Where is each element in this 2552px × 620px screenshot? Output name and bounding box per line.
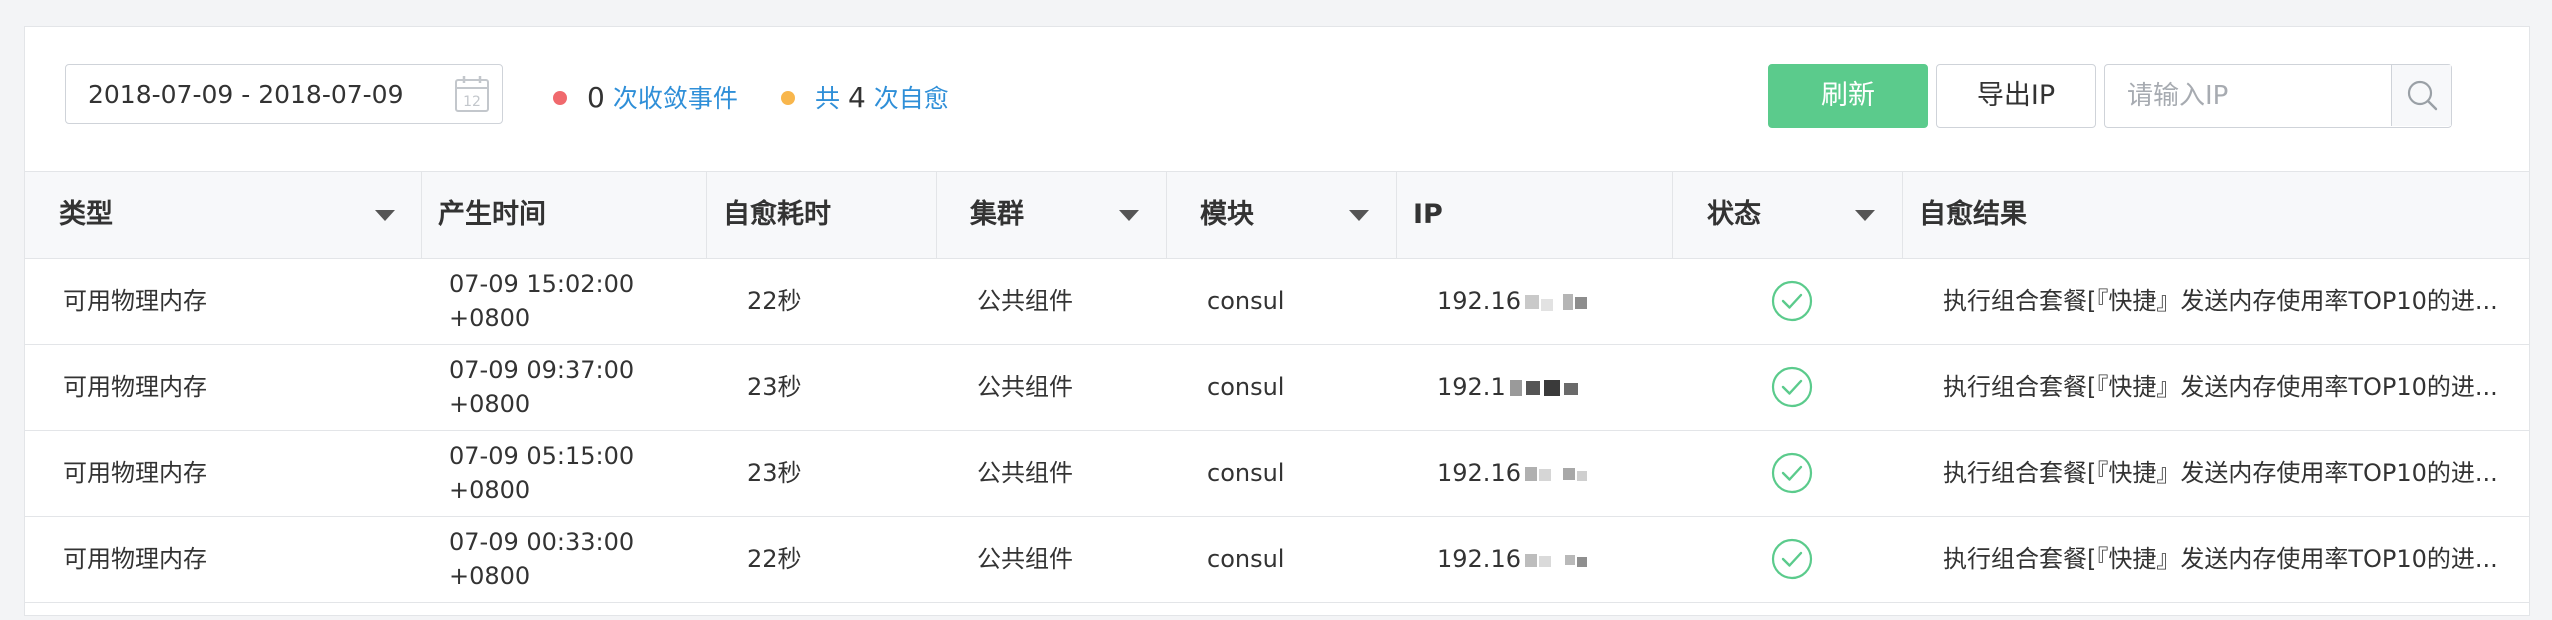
search-icon	[2407, 80, 2438, 111]
col-status-label: 状态	[1707, 199, 1761, 230]
col-type-label: 类型	[59, 199, 113, 230]
col-type[interactable]: 类型	[25, 172, 422, 258]
cell-module: consul	[1207, 287, 1285, 315]
cell-module: consul	[1207, 545, 1285, 573]
redacted-ip-mask	[1509, 380, 1578, 396]
filter-caret-icon[interactable]	[375, 210, 395, 221]
cell-duration: 22秒	[747, 287, 802, 315]
search-button[interactable]	[2391, 65, 2451, 126]
col-cluster-label: 集群	[970, 199, 1024, 230]
table-row[interactable]: 可用物理内存 07-09 05:15:00 +0800 23秒 公共组件 con…	[25, 431, 2529, 517]
cell-type: 可用物理内存	[63, 545, 207, 573]
redacted-ip-mask	[1524, 294, 1587, 311]
success-icon	[1771, 538, 1813, 580]
alarm-table: 类型 产生时间 自愈耗时 集群 模块 IP 状态 自愈结果 可用物理内存 07-…	[25, 171, 2529, 603]
table-row[interactable]: 可用物理内存 07-09 00:33:00 +0800 22秒 公共组件 con…	[25, 517, 2529, 603]
calendar-icon[interactable]: 12	[454, 75, 490, 113]
table-header: 类型 产生时间 自愈耗时 集群 模块 IP 状态 自愈结果	[25, 171, 2529, 259]
cell-time-date: 07-09 09:37:00	[449, 356, 635, 384]
converge-stat: 0 次收敛事件	[553, 79, 738, 115]
cell-time-zone: +0800	[449, 476, 531, 504]
filter-caret-icon[interactable]	[1119, 210, 1139, 221]
cell-result[interactable]: 执行组合套餐[『快捷』发送内存使用率TOP10的进...	[1943, 259, 2503, 343]
success-icon	[1771, 280, 1813, 322]
cell-result[interactable]: 执行组合套餐[『快捷』发送内存使用率TOP10的进...	[1943, 431, 2503, 515]
calendar-day: 12	[463, 94, 481, 110]
date-range-picker[interactable]: 2018-07-09 - 2018-07-09 12	[65, 64, 503, 124]
cell-time-zone: +0800	[449, 304, 531, 332]
heal-stat: 共 4 次自愈	[781, 79, 949, 115]
refresh-button[interactable]: 刷新	[1768, 64, 1928, 128]
cell-time: 07-09 09:37:00 +0800	[449, 353, 634, 437]
cell-ip: 192.16	[1437, 431, 1593, 515]
col-cluster[interactable]: 集群	[937, 172, 1167, 258]
date-range-value: 2018-07-09 - 2018-07-09	[88, 80, 404, 109]
cell-duration: 23秒	[747, 373, 802, 401]
cell-time-zone: +0800	[449, 390, 531, 418]
table-row[interactable]: 可用物理内存 07-09 09:37:00 +0800 23秒 公共组件 con…	[25, 345, 2529, 431]
redacted-ip-mask	[1524, 467, 1587, 481]
cell-time: 07-09 00:33:00 +0800	[449, 525, 634, 609]
cell-ip-value: 192.16	[1437, 287, 1521, 315]
cell-time: 07-09 15:02:00 +0800	[449, 267, 634, 351]
converge-link[interactable]: 次收敛事件	[613, 84, 738, 113]
self-healing-panel: 2018-07-09 - 2018-07-09 12 0 次收敛事件 共 4 次自愈…	[24, 26, 2530, 616]
cell-duration: 22秒	[747, 545, 802, 573]
cell-time-date: 07-09 05:15:00	[449, 442, 635, 470]
table-row[interactable]: 可用物理内存 07-09 15:02:00 +0800 22秒 公共组件 con…	[25, 259, 2529, 345]
cell-type: 可用物理内存	[63, 287, 207, 315]
cell-result[interactable]: 执行组合套餐[『快捷』发送内存使用率TOP10的进...	[1943, 345, 2503, 429]
cell-cluster: 公共组件	[977, 373, 1073, 401]
cell-cluster: 公共组件	[977, 287, 1073, 315]
cell-ip: 192.1	[1437, 345, 1592, 429]
heal-count: 4	[847, 81, 866, 114]
filter-caret-icon[interactable]	[1855, 210, 1875, 221]
col-time-label: 产生时间	[438, 199, 546, 230]
col-result: 自愈结果	[1903, 172, 2529, 258]
cell-ip-value: 192.16	[1437, 459, 1521, 487]
converge-count: 0	[587, 81, 605, 114]
orange-dot-icon	[781, 91, 795, 105]
cell-ip-value: 192.16	[1437, 545, 1521, 573]
col-time: 产生时间	[422, 172, 707, 258]
heal-prefix[interactable]: 共	[815, 84, 840, 113]
cell-type: 可用物理内存	[63, 373, 207, 401]
col-duration-label: 自愈耗时	[723, 199, 831, 230]
cell-time: 07-09 05:15:00 +0800	[449, 439, 634, 523]
cell-time-date: 07-09 00:33:00	[449, 528, 635, 556]
red-dot-icon	[553, 91, 567, 105]
cell-cluster: 公共组件	[977, 545, 1073, 573]
cell-cluster: 公共组件	[977, 459, 1073, 487]
cell-ip: 192.16	[1437, 517, 1593, 601]
col-module[interactable]: 模块	[1167, 172, 1397, 258]
col-ip-label: IP	[1413, 199, 1443, 230]
cell-module: consul	[1207, 373, 1285, 401]
export-ip-button[interactable]: 导出IP	[1936, 64, 2096, 128]
col-module-label: 模块	[1200, 199, 1254, 230]
col-duration: 自愈耗时	[707, 172, 937, 258]
ip-search-input[interactable]	[2105, 65, 2391, 126]
cell-time-zone: +0800	[449, 562, 531, 590]
cell-module: consul	[1207, 459, 1285, 487]
toolbar: 2018-07-09 - 2018-07-09 12 0 次收敛事件 共 4 次自愈…	[25, 27, 2529, 171]
cell-type: 可用物理内存	[63, 459, 207, 487]
success-icon	[1771, 366, 1813, 408]
col-status[interactable]: 状态	[1673, 172, 1903, 258]
filter-caret-icon[interactable]	[1349, 210, 1369, 221]
cell-ip-value: 192.1	[1437, 373, 1506, 401]
cell-duration: 23秒	[747, 459, 802, 487]
col-ip: IP	[1397, 172, 1673, 258]
cell-ip: 192.16	[1437, 259, 1593, 343]
redacted-ip-mask	[1524, 554, 1587, 567]
ip-search	[2104, 64, 2452, 128]
cell-result[interactable]: 执行组合套餐[『快捷』发送内存使用率TOP10的进...	[1943, 517, 2503, 601]
success-icon	[1771, 452, 1813, 494]
col-result-label: 自愈结果	[1919, 199, 2027, 230]
cell-time-date: 07-09 15:02:00	[449, 270, 635, 298]
heal-link[interactable]: 次自愈	[874, 84, 949, 113]
